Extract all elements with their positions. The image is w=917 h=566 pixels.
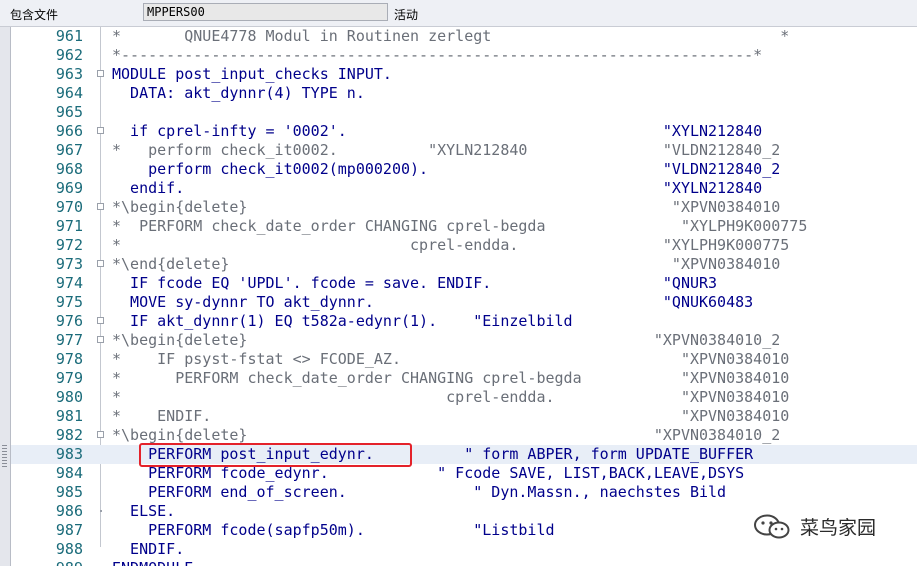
code-line[interactable]: 981 * ENDIF. "XPVN0384010 [11,407,917,426]
fold-toggle-icon[interactable] [97,431,104,438]
code-line[interactable]: 975 MOVE sy-dynnr TO akt_dynnr. "QNUK604… [11,293,917,312]
line-number: 964 [55,84,83,102]
code-line[interactable]: 970 *\begin{delete} "XPVN0384010 [11,198,917,217]
line-number: 976 [55,312,83,330]
code-text: * PERFORM check_date_order CHANGING cpre… [112,217,808,235]
code-line[interactable]: 967 * perform check_it0002. "XYLN212840 "… [11,141,917,160]
code-text: PERFORM fcode(sapfp50m). "Listbild [112,521,555,539]
code-line[interactable]: 977 *\begin{delete} "XPVN0384010_2 [11,331,917,350]
include-label: 包含文件 [10,8,59,22]
code-text: IF fcode EQ 'UPDL'. fcode = save. ENDIF.… [112,274,718,292]
code-line[interactable]: 988 ENDIF. [11,540,917,559]
line-number: 972 [55,236,83,254]
fold-toggle-icon[interactable] [97,260,104,267]
code-text: * cprel-endda. "XPVN0384010 [112,388,790,406]
fold-toggle-icon[interactable] [97,70,104,77]
include-name-field[interactable]: MPPERS00 [143,3,388,21]
line-number: 970 [55,198,83,216]
code-text: ELSE. [112,502,176,520]
code-text: * perform check_it0002. "XYLN212840 "VLD… [112,141,781,159]
code-text: * IF psyst-fstat <> FCODE_AZ. "XPVN03840… [112,350,790,368]
code-line[interactable]: 962 *------------------------------------… [11,46,917,65]
code-line[interactable]: 980 * cprel-endda. "XPVN0384010 [11,388,917,407]
line-number: 988 [55,540,83,558]
code-text: MOVE sy-dynnr TO akt_dynnr. "QNUK60483 [112,293,754,311]
code-line[interactable]: 964 DATA: akt_dynnr(4) TYPE n. [11,84,917,103]
code-line[interactable]: 965 [11,103,917,122]
code-text: endif. "XYLN212840 [112,179,763,197]
line-number: 974 [55,274,83,292]
code-line[interactable]: 989 ENDMODULE. [11,559,917,566]
line-number: 987 [55,521,83,539]
line-number: 985 [55,483,83,501]
line-number: 966 [55,122,83,140]
line-number: 986 [55,502,83,520]
code-text: * cprel-endda. "XYLPH9K000775 [112,236,790,254]
fold-toggle-icon[interactable] [97,317,104,324]
line-number: 980 [55,388,83,406]
line-number: 979 [55,369,83,387]
line-number: 968 [55,160,83,178]
line-number: 963 [55,65,83,83]
annotation-red-box [139,443,412,467]
line-number: 981 [55,407,83,425]
code-line[interactable]: 978 * IF psyst-fstat <> FCODE_AZ. "XPVN03… [11,350,917,369]
fold-toggle-icon[interactable] [97,127,104,134]
fold-toggle-icon[interactable] [97,336,104,343]
line-number: 983 [55,445,83,463]
code-text: *---------------------------------------… [112,46,763,64]
code-text: * PERFORM check_date_order CHANGING cpre… [112,369,790,387]
status-label: 活动 [394,8,419,22]
code-line[interactable]: 971 * PERFORM check_date_order CHANGING c… [11,217,917,236]
fold-toggle-icon[interactable] [97,203,104,210]
code-line[interactable]: 968 perform check_it0002(mp000200). "VLD… [11,160,917,179]
abap-code-editor[interactable]: 961 * QNUE4778 Modul in Routinen zerlegt … [11,27,917,566]
code-text: *\end{delete} "XPVN0384010 [112,255,781,273]
code-text: if cprel-infty = '0002'. "XYLN212840 [112,122,763,140]
line-number: 984 [55,464,83,482]
splitter-grip-icon[interactable] [2,445,7,467]
code-line[interactable]: 972 * cprel-endda. "XYLPH9K000775 [11,236,917,255]
code-text: perform check_it0002(mp000200). "VLDN212… [112,160,781,178]
line-number: 969 [55,179,83,197]
code-text: MODULE post_input_checks INPUT. [112,65,392,83]
line-number: 978 [55,350,83,368]
line-number: 977 [55,331,83,349]
line-number: 971 [55,217,83,235]
code-line[interactable]: 974 IF fcode EQ 'UPDL'. fcode = save. EN… [11,274,917,293]
fold-dot-icon [100,510,102,512]
code-text: DATA: akt_dynnr(4) TYPE n. [112,84,365,102]
code-text: * ENDIF. "XPVN0384010 [112,407,790,425]
line-number: 989 [11,559,83,566]
code-text: ENDIF. [112,540,185,558]
code-line[interactable]: 985 PERFORM end_of_screen. " Dyn.Massn.,… [11,483,917,502]
code-text: * QNUE4778 Modul in Routinen zerlegt * [112,27,790,45]
code-line[interactable]: 961 * QNUE4778 Modul in Routinen zerlegt … [11,27,917,46]
code-line[interactable]: 969 endif. "XYLN212840 [11,179,917,198]
line-number: 975 [55,293,83,311]
line-number: 962 [55,46,83,64]
line-number: 961 [55,27,83,45]
watermark-text: 菜鸟家园 [800,517,877,539]
include-header-bar: 包含文件 MPPERS00 活动 [0,0,917,27]
code-line[interactable]: 963 MODULE post_input_checks INPUT. [11,65,917,84]
code-text: *\begin{delete} "XPVN0384010_2 [112,331,781,349]
line-number: 982 [55,426,83,444]
code-line[interactable]: 973 *\end{delete} "XPVN0384010 [11,255,917,274]
code-line[interactable]: 966 if cprel-infty = '0002'. "XYLN212840 [11,122,917,141]
code-text: PERFORM end_of_screen. " Dyn.Massn., nae… [112,483,727,501]
line-number: 967 [55,141,83,159]
line-number: 965 [55,103,83,121]
line-number: 973 [55,255,83,273]
splitter-handle[interactable] [0,27,11,566]
code-line[interactable]: 979 * PERFORM check_date_order CHANGING c… [11,369,917,388]
code-text: ENDMODULE. [112,559,202,566]
wechat-icon [754,514,790,539]
code-line[interactable]: 976 IF akt_dynnr(1) EQ t582a-edynr(1). "… [11,312,917,331]
code-text: *\begin{delete} "XPVN0384010 [112,198,781,216]
code-text: IF akt_dynnr(1) EQ t582a-edynr(1). "Einz… [112,312,573,330]
